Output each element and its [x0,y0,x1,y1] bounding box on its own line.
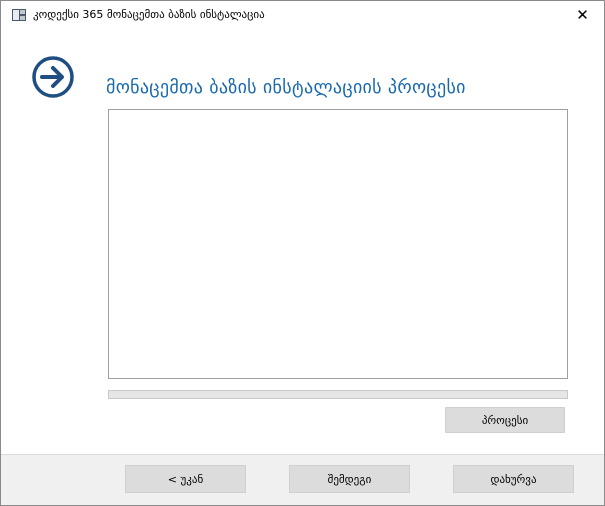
footer-divider [1,454,604,455]
arrow-right-circle-icon [32,56,74,98]
installation-log[interactable] [108,109,568,379]
page-title: მონაცემთა ბაზის ინსტალაციის პროცესი [106,77,466,98]
close-window-button[interactable]: ✕ [561,1,604,29]
installer-app-icon [12,9,26,21]
installer-window: კოდექსი 365 მონაცემთა ბაზის ინსტალაცია ✕… [0,0,605,506]
main-panel: მონაცემთა ბაზის ინსტალაციის პროცესი პროც… [1,29,604,454]
back-button[interactable]: < უკან [125,465,246,493]
title-bar: კოდექსი 365 მონაცემთა ბაზის ინსტალაცია ✕ [1,1,604,29]
window-title: კოდექსი 365 მონაცემთა ბაზის ინსტალაცია [33,8,265,21]
close-button[interactable]: დახურვა [453,465,574,493]
progress-bar [108,390,568,399]
process-button[interactable]: პროცესი [445,407,565,433]
next-button[interactable]: შემდეგი [289,465,410,493]
close-icon: ✕ [576,6,589,24]
